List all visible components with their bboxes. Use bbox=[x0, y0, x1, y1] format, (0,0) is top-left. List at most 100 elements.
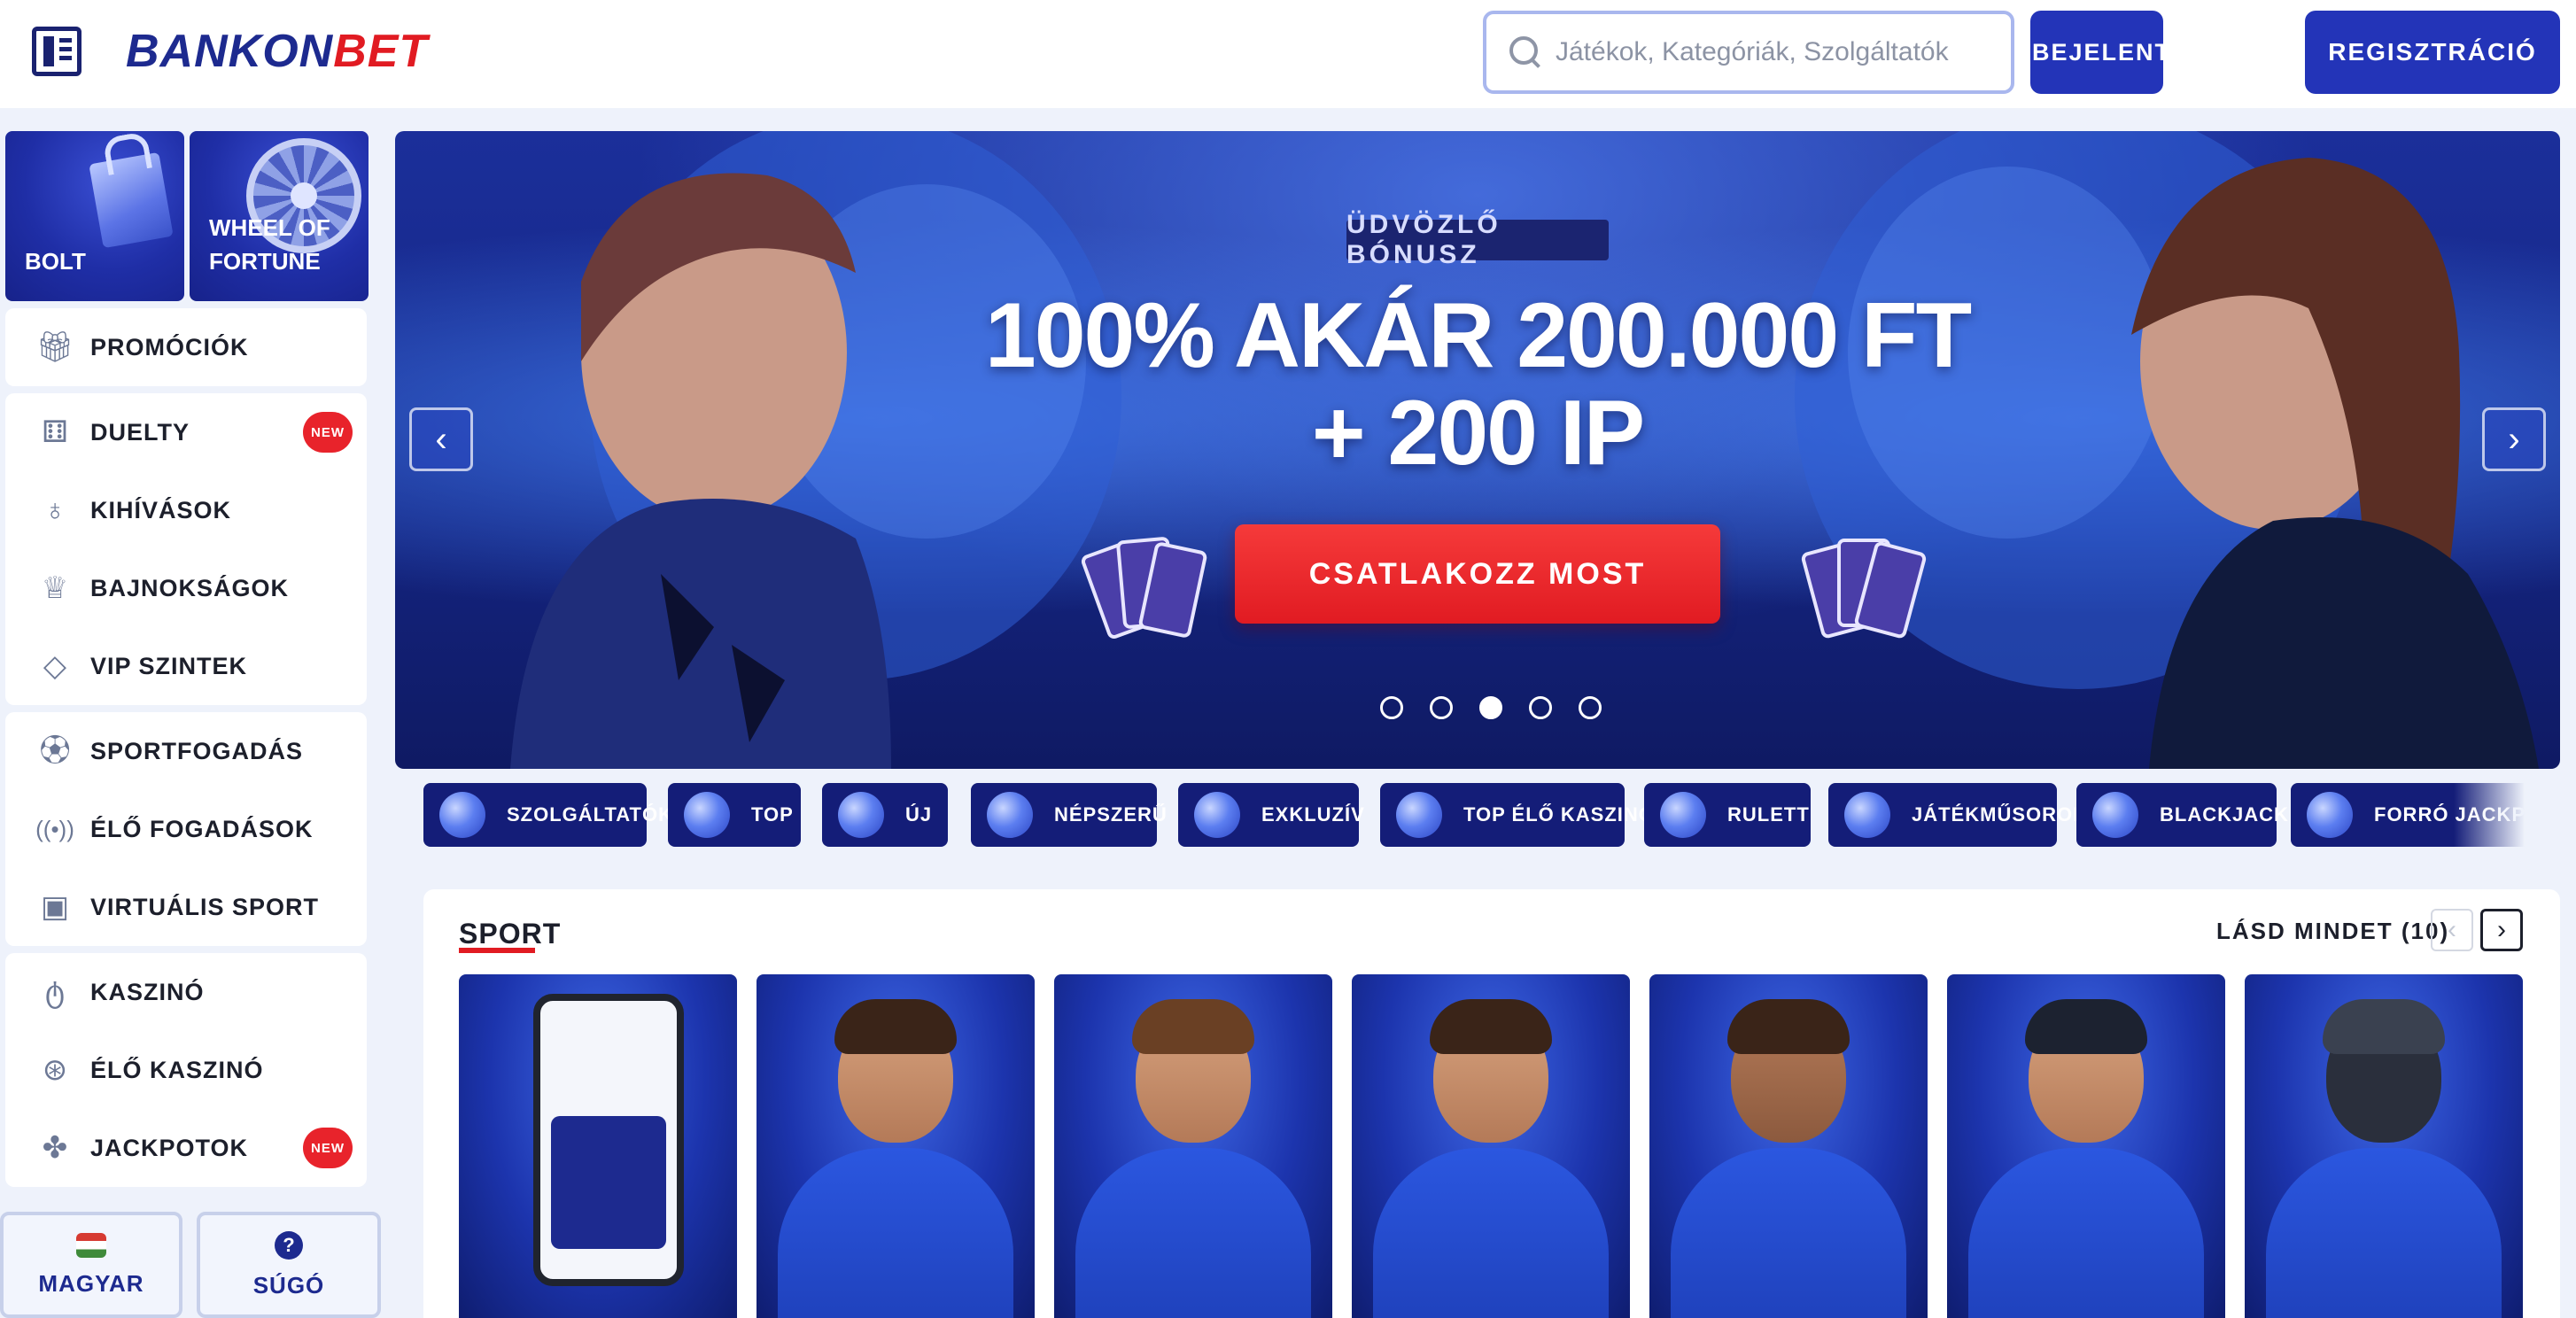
game-card-tennis[interactable] bbox=[1054, 974, 1332, 1318]
search-box[interactable] bbox=[1483, 11, 2014, 94]
chevron-left-icon: ‹ bbox=[2448, 915, 2456, 944]
roulette-icon bbox=[1660, 792, 1706, 838]
wheel-tile-label: WHEEL OF FORTUNE bbox=[209, 214, 330, 275]
gift-icon: 🎁︎ bbox=[35, 330, 74, 364]
sidebar-group-engagement: ⚅ DUELTY NEW ♁ KIHÍVÁSOK ♕ BAJNOKSÁGOK ◇… bbox=[5, 393, 367, 705]
sidebar-item-promotions[interactable]: 🎁︎ PROMÓCIÓK bbox=[5, 308, 367, 386]
diamond-icon: ◇ bbox=[43, 649, 67, 683]
game-card-basketball[interactable] bbox=[1649, 974, 1928, 1318]
roulette-icon: ⊛ bbox=[42, 1053, 68, 1087]
shop-tile[interactable]: BOLT bbox=[5, 131, 184, 301]
chip-exclusive[interactable]: EXKLUZÍV bbox=[1178, 783, 1364, 847]
carousel-dot[interactable] bbox=[1430, 696, 1453, 719]
search-input[interactable] bbox=[1556, 37, 1998, 67]
sidebar-toggle-icon[interactable] bbox=[32, 27, 81, 76]
sidebar-item-label: BAJNOKSÁGOK bbox=[90, 574, 290, 601]
register-button[interactable]: REGISZTRÁCIÓ bbox=[2305, 11, 2560, 94]
hero-banner[interactable]: ÜDVÖZLŐ BÓNUSZ 100% AKÁR 200.000 FT + 20… bbox=[395, 131, 2560, 769]
sidebar-item-live-betting[interactable]: ((•)) ÉLŐ FOGADÁSOK bbox=[5, 790, 367, 868]
sidebar-item-label: ÉLŐ KASZINÓ bbox=[90, 1056, 264, 1083]
game-card-american-football[interactable] bbox=[2245, 974, 2523, 1318]
sidebar-item-label: DUELTY bbox=[90, 418, 190, 446]
sport-next-button[interactable]: › bbox=[2480, 909, 2523, 951]
game-card-football[interactable] bbox=[757, 974, 1035, 1318]
sidebar-group-promotions: 🎁︎ PROMÓCIÓK bbox=[5, 308, 367, 386]
sidebar-item-virtual-sports[interactable]: ▣ VIRTUÁLIS SPORT bbox=[5, 868, 367, 946]
sidebar-group-casino: ტ KASZINÓ ⊛ ÉLŐ KASZINÓ ✤ JACKPOTOK NEW bbox=[5, 953, 367, 1187]
sport-section: SPORT LÁSD MINDET (10) ‹ › bbox=[423, 889, 2560, 1318]
hero-kicker: ÜDVÖZLŐ BÓNUSZ bbox=[1346, 210, 1609, 269]
chip-blackjack[interactable]: BLACKJACK bbox=[2076, 783, 2288, 847]
chip-roulette[interactable]: RULETT bbox=[1644, 783, 1811, 847]
live-broadcast-icon: ((•)) bbox=[35, 816, 74, 842]
clover-icon: ✤ bbox=[42, 1131, 68, 1165]
hero-prev-button[interactable]: ‹ bbox=[409, 407, 473, 471]
language-button[interactable]: MAGYAR bbox=[0, 1212, 182, 1318]
sidebar-item-label: ÉLŐ FOGADÁSOK bbox=[90, 815, 314, 842]
help-button[interactable]: ? SÚGÓ bbox=[197, 1212, 381, 1318]
chip-providers[interactable]: SZOLGÁLTATÓK bbox=[423, 783, 672, 847]
sidebar-item-label: VIP SZINTEK bbox=[90, 652, 248, 679]
hero-title-line1: 100% AKÁR 200.000 FT bbox=[984, 284, 1972, 387]
sidebar-item-jackpots[interactable]: ✤ JACKPOTOK NEW bbox=[5, 1109, 367, 1187]
sidebar-item-label: KIHÍVÁSOK bbox=[90, 496, 232, 523]
shop-tile-label: BOLT bbox=[25, 248, 86, 275]
category-chips: SZOLGÁLTATÓK TOP ÚJ NÉPSZERŰ EXKLUZÍV TO… bbox=[423, 783, 2525, 847]
phone-illustration bbox=[533, 994, 684, 1286]
sidebar-item-live-casino[interactable]: ⊛ ÉLŐ KASZINÓ bbox=[5, 1031, 367, 1109]
help-label: SÚGÓ bbox=[252, 1271, 325, 1299]
carousel-dot-active[interactable] bbox=[1479, 696, 1502, 719]
sidebar-item-label: PROMÓCIÓK bbox=[90, 333, 249, 361]
sidebar-item-label: JACKPOTOK bbox=[90, 1134, 249, 1161]
live-casino-icon bbox=[1396, 792, 1442, 838]
language-label: MAGYAR bbox=[38, 1269, 144, 1297]
chip-game-shows[interactable]: JÁTÉKMŰSOROK bbox=[1828, 783, 2087, 847]
chip-popular[interactable]: NÉPSZERŰ bbox=[971, 783, 1167, 847]
hero-title-line2: + 200 IP bbox=[1311, 382, 1645, 485]
chip-top[interactable]: TOP bbox=[668, 783, 801, 847]
carousel-dot[interactable] bbox=[1579, 696, 1602, 719]
providers-icon bbox=[439, 792, 485, 838]
sport-prev-button[interactable]: ‹ bbox=[2431, 909, 2473, 951]
hero-next-button[interactable]: › bbox=[2482, 407, 2546, 471]
game-show-icon bbox=[1844, 792, 1890, 838]
sidebar-item-vip[interactable]: ◇ VIP SZINTEK bbox=[5, 627, 367, 705]
search-icon bbox=[1508, 35, 1543, 70]
game-card-table-tennis[interactable] bbox=[1352, 974, 1630, 1318]
join-now-button[interactable]: CSATLAKOZZ MOST bbox=[1235, 524, 1720, 624]
chips-fade bbox=[2454, 783, 2525, 847]
game-card-sportsbook-app[interactable] bbox=[459, 974, 737, 1318]
new-badge: NEW bbox=[303, 1128, 353, 1168]
sidebar-item-casino[interactable]: ტ KASZINÓ bbox=[5, 953, 367, 1031]
carousel-dot[interactable] bbox=[1529, 696, 1552, 719]
shopping-bag-icon bbox=[89, 151, 174, 249]
trophy-icon: ♕ bbox=[41, 571, 69, 605]
hot-jackpot-icon bbox=[2307, 792, 2353, 838]
sidebar-item-tournaments[interactable]: ♕ BAJNOKSÁGOK bbox=[5, 549, 367, 627]
wheel-of-fortune-tile[interactable]: WHEEL OF FORTUNE bbox=[190, 131, 369, 301]
login-button[interactable]: BEJELENTKEZÉS bbox=[2030, 11, 2258, 94]
soccer-ball-icon: ⚽︎ bbox=[40, 734, 70, 768]
new-badge: NEW bbox=[303, 412, 353, 453]
sidebar-item-label: VIRTUÁLIS SPORT bbox=[90, 893, 320, 920]
flame-icon bbox=[987, 792, 1033, 838]
sidebar-group-sports: ⚽︎ SPORTFOGADÁS ((•)) ÉLŐ FOGADÁSOK ▣ VI… bbox=[5, 712, 367, 946]
star-icon bbox=[684, 792, 730, 838]
chevron-left-icon: ‹ bbox=[435, 419, 447, 459]
chip-top-live-casino[interactable]: TOP ÉLŐ KASZINÓ bbox=[1380, 783, 1654, 847]
medal-icon: ♁ bbox=[43, 493, 66, 527]
game-card-ice-hockey[interactable] bbox=[1947, 974, 2225, 1318]
chip-new[interactable]: ÚJ bbox=[822, 783, 948, 847]
carousel-dot[interactable] bbox=[1380, 696, 1403, 719]
sidebar-item-challenges[interactable]: ♁ KIHÍVÁSOK bbox=[5, 471, 367, 549]
cards-icon bbox=[2092, 792, 2138, 838]
see-all-link[interactable]: LÁSD MINDET (10) bbox=[2216, 918, 2449, 945]
monitor-icon: ▣ bbox=[40, 890, 70, 924]
sidebar-item-sportsbook[interactable]: ⚽︎ SPORTFOGADÁS bbox=[5, 712, 367, 790]
cherries-icon: ტ bbox=[44, 975, 66, 1009]
lightning-icon bbox=[838, 792, 884, 838]
section-title: SPORT bbox=[459, 918, 562, 950]
gem-icon bbox=[1194, 792, 1240, 838]
site-logo[interactable]: BANKONBET bbox=[126, 23, 428, 80]
sidebar-item-duels[interactable]: ⚅ DUELTY NEW bbox=[5, 393, 367, 471]
